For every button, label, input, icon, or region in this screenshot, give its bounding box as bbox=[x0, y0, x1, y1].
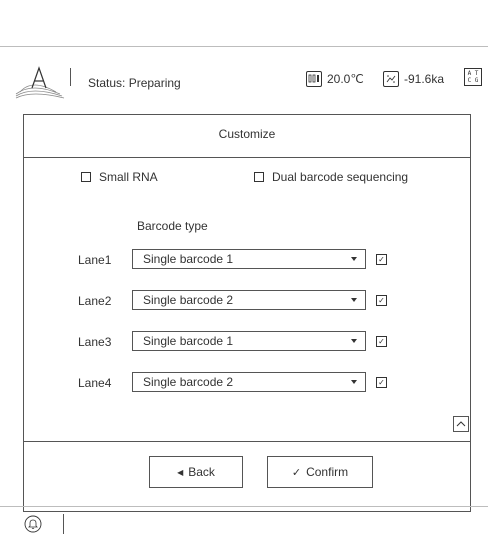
header-separator bbox=[70, 68, 71, 86]
lane1-barcode-select[interactable]: Single barcode 1 bbox=[132, 249, 366, 269]
lane3-barcode-select[interactable]: Single barcode 1 bbox=[132, 331, 366, 351]
pressure-icon bbox=[383, 71, 399, 87]
bell-icon[interactable] bbox=[24, 515, 42, 533]
small-rna-label: Small RNA bbox=[99, 170, 158, 184]
chevron-down-icon bbox=[351, 298, 357, 302]
lane-label: Lane2 bbox=[78, 294, 112, 308]
check-icon: ✓ bbox=[291, 466, 302, 479]
lane-row: Lane3 Single barcode 1 ✓ bbox=[78, 331, 418, 353]
dual-barcode-label: Dual barcode sequencing bbox=[272, 170, 409, 184]
atcg-bottom: C G bbox=[467, 77, 479, 84]
temperature-indicator: 20.0℃ bbox=[306, 70, 364, 88]
lane-label: Lane3 bbox=[78, 335, 112, 349]
select-value: Single barcode 2 bbox=[143, 293, 234, 307]
scroll-up-button[interactable] bbox=[453, 416, 469, 432]
lane-row: Lane1 Single barcode 1 ✓ bbox=[78, 249, 418, 271]
dual-barcode-option[interactable]: Dual barcode sequencing bbox=[254, 170, 408, 184]
confirm-button[interactable]: ✓ Confirm bbox=[267, 456, 373, 488]
lane1-checkbox[interactable]: ✓ bbox=[376, 254, 387, 265]
pressure-value: -91.6ka bbox=[404, 72, 445, 86]
back-button[interactable]: ◀ Back bbox=[149, 456, 243, 488]
dual-barcode-checkbox[interactable] bbox=[254, 172, 264, 182]
select-value: Single barcode 1 bbox=[143, 334, 234, 348]
small-rna-option[interactable]: Small RNA bbox=[81, 170, 158, 184]
chevron-up-icon bbox=[456, 421, 466, 427]
status-bar: Status: Preparing 20.0℃ -91.6ka A T C G bbox=[8, 62, 488, 104]
chevron-down-icon bbox=[351, 339, 357, 343]
top-divider bbox=[0, 46, 488, 47]
chevron-down-icon bbox=[351, 380, 357, 384]
lane2-checkbox[interactable]: ✓ bbox=[376, 295, 387, 306]
small-rna-checkbox[interactable] bbox=[81, 172, 91, 182]
lane-label: Lane4 bbox=[78, 376, 112, 390]
footer-divider bbox=[24, 441, 470, 442]
panel-title: Customize bbox=[218, 127, 276, 141]
select-value: Single barcode 2 bbox=[143, 375, 234, 389]
lane4-barcode-select[interactable]: Single barcode 2 bbox=[132, 372, 366, 392]
caret-left-icon: ◀ bbox=[177, 467, 184, 477]
select-value: Single barcode 1 bbox=[143, 252, 234, 266]
atcg-icon: A T C G bbox=[464, 68, 482, 86]
atcg-top: A T bbox=[467, 70, 479, 77]
title-divider bbox=[24, 157, 470, 158]
pressure-indicator: -91.6ka bbox=[383, 70, 444, 88]
lane-row: Lane4 Single barcode 2 ✓ bbox=[78, 372, 418, 394]
barcode-type-header: Barcode type bbox=[137, 219, 208, 233]
bottom-divider bbox=[0, 506, 488, 507]
lane4-checkbox[interactable]: ✓ bbox=[376, 377, 387, 388]
logo-a-icon bbox=[15, 66, 65, 99]
status-text: Status: Preparing bbox=[88, 76, 181, 90]
thermometer-icon bbox=[306, 71, 322, 87]
lane-label: Lane1 bbox=[78, 253, 112, 267]
temperature-value: 20.0℃ bbox=[327, 72, 364, 86]
lane3-checkbox[interactable]: ✓ bbox=[376, 336, 387, 347]
footer-separator bbox=[63, 514, 64, 534]
lane2-barcode-select[interactable]: Single barcode 2 bbox=[132, 290, 366, 310]
back-label: Back bbox=[188, 465, 215, 479]
chevron-down-icon bbox=[351, 257, 357, 261]
customize-panel: Customize Small RNA Dual barcode sequenc… bbox=[23, 114, 471, 512]
confirm-label: Confirm bbox=[306, 465, 349, 479]
lane-row: Lane2 Single barcode 2 ✓ bbox=[78, 290, 418, 312]
